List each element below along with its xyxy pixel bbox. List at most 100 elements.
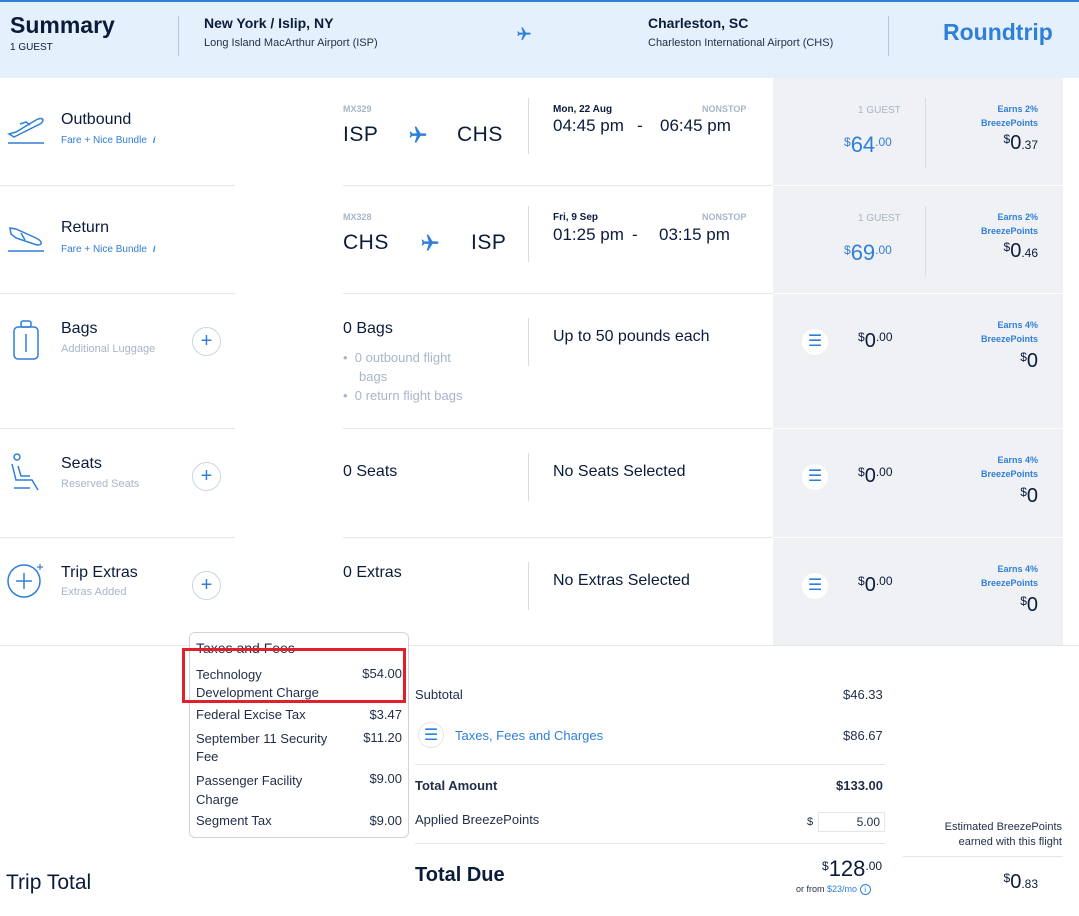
booking-summary-page: Summary 1 GUEST New York / Islip, NY Lon… (0, 0, 1079, 916)
price-cents: .00 (875, 243, 892, 257)
tooltip-item-name: Passenger Facility Charge (196, 771, 302, 809)
row-divider (343, 185, 773, 186)
outbound-nonstop: NONSTOP (702, 104, 747, 114)
return-from-code: CHS (343, 231, 389, 254)
amount-cents: .00 (865, 859, 883, 873)
seats-amount: $0.00 (858, 465, 893, 488)
row-divider (0, 537, 235, 538)
seats-desc: No Seats Selected (553, 463, 686, 480)
bullet-text: 0 outbound flight (354, 350, 451, 365)
list-icon: ☰ (807, 577, 823, 594)
applied-breezepoints-label: Applied BreezePoints (415, 812, 540, 827)
points-whole: 0 (1026, 594, 1038, 616)
trip-total-label: Trip Total (6, 871, 92, 894)
taxes-fees-link[interactable]: Taxes, Fees and Charges (455, 728, 603, 743)
currency-symbol: $ (858, 465, 865, 479)
extras-count: 0 Extras (343, 564, 402, 581)
add-bags-button[interactable]: + (192, 327, 221, 356)
column-divider (528, 453, 529, 501)
total-amount-label: Total Amount (415, 778, 498, 793)
price-whole: 64 (850, 132, 876, 157)
monthly-payment-link[interactable]: $23/mo (827, 884, 857, 894)
earns-rate: Earns 4% (997, 564, 1038, 574)
return-label: Return (61, 219, 110, 236)
breezepoints-label: BreezePoints (980, 578, 1038, 588)
tooltip-item-name: Segment Tax (196, 813, 272, 828)
info-icon[interactable]: i (153, 135, 156, 145)
amount-cents: .00 (875, 330, 893, 344)
estimated-breezepoints: Estimated BreezePoints earned with this f… (905, 820, 1062, 850)
return-earns: Earns 2% BreezePoints (940, 210, 1038, 238)
info-icon[interactable]: i (859, 884, 871, 895)
currency-symbol: $ (1020, 594, 1027, 608)
origin-airport: Long Island MacArthur Airport (ISP) (204, 37, 378, 49)
outbound-guests: 1 GUEST (858, 105, 901, 116)
total-due-label: Total Due (415, 864, 505, 886)
points-whole: 0 (1010, 871, 1022, 893)
info-icon[interactable]: i (153, 244, 156, 254)
tooltip-item-amount: $3.47 (369, 707, 402, 722)
amount-whole: 0 (864, 330, 876, 352)
price-whole: 69 (850, 240, 876, 265)
breezepoints-label: BreezePoints (980, 118, 1038, 128)
page-title: Summary (10, 12, 115, 38)
price-cents: .00 (875, 135, 892, 149)
currency-symbol: $ (1020, 350, 1027, 364)
amount-whole: 0 (864, 465, 876, 487)
return-price: $69.00 (844, 240, 892, 266)
row-divider (773, 537, 1063, 538)
currency-symbol: $ (844, 243, 851, 257)
applied-breezepoints-input[interactable] (818, 812, 885, 832)
outbound-arrival-time: 06:45 pm (660, 116, 731, 135)
return-flight-number: MX328 (343, 212, 372, 222)
tooltip-item-name: September 11 Security Fee (196, 730, 327, 766)
list-icon: ☰ (807, 468, 823, 485)
tooltip-item-amount: $9.00 (369, 771, 402, 786)
total-amount-value: $133.00 (836, 778, 883, 793)
row-divider (343, 293, 773, 294)
breezepoints-label: BreezePoints (980, 469, 1038, 479)
extras-label: Trip Extras (61, 564, 138, 581)
amount-whole: 0 (864, 574, 876, 596)
takeoff-icon (6, 112, 46, 151)
taxes-details-button[interactable]: ☰ (418, 722, 444, 748)
return-arrival-time: 03:15 pm (659, 225, 730, 244)
bags-points: $0 (940, 350, 1038, 373)
outbound-price: $64.00 (844, 132, 892, 158)
outbound-to-code: CHS (457, 123, 503, 146)
origin-city: New York / Islip, NY (204, 15, 334, 31)
time-dash: - (632, 225, 638, 244)
trip-type: Roundtrip (943, 19, 1053, 45)
bags-details-button[interactable]: ☰ (802, 329, 828, 355)
extras-amount: $0.00 (858, 574, 893, 597)
extras-earns: Earns 4% BreezePoints (940, 562, 1038, 590)
airplane-icon (408, 125, 428, 150)
bags-sub: Additional Luggage (61, 343, 156, 355)
row-divider (343, 537, 773, 538)
bags-label: Bags (61, 320, 98, 337)
breezepoints-label: BreezePoints (980, 226, 1038, 236)
extras-details-button[interactable]: ☰ (802, 573, 828, 599)
return-to-code: ISP (471, 231, 507, 254)
row-divider (773, 428, 1063, 429)
column-divider (528, 562, 529, 610)
destination-airport: Charleston International Airport (CHS) (648, 37, 834, 49)
bullet-text: 0 return flight bags (354, 388, 463, 403)
outbound-earns: Earns 2% BreezePoints (940, 102, 1038, 130)
landing-icon (6, 220, 46, 259)
add-seats-button[interactable]: + (192, 462, 221, 491)
points-cents: .37 (1021, 138, 1038, 152)
taxes-value: $86.67 (843, 728, 883, 743)
return-departure-time: 01:25 pm (553, 225, 624, 244)
seats-details-button[interactable]: ☰ (802, 464, 828, 490)
add-extras-icon (6, 562, 46, 605)
seats-count: 0 Seats (343, 463, 398, 480)
row-divider (343, 428, 773, 429)
add-extras-button[interactable]: + (192, 571, 221, 600)
estimated-points-value: $0.83 (940, 871, 1039, 894)
item-name-line: September 11 Security (196, 731, 328, 746)
summary-divider (903, 856, 1063, 857)
time-dash: - (637, 116, 643, 135)
list-item: • 0 outbound flight (343, 350, 451, 365)
outbound-points: $0.37 (940, 132, 1039, 155)
